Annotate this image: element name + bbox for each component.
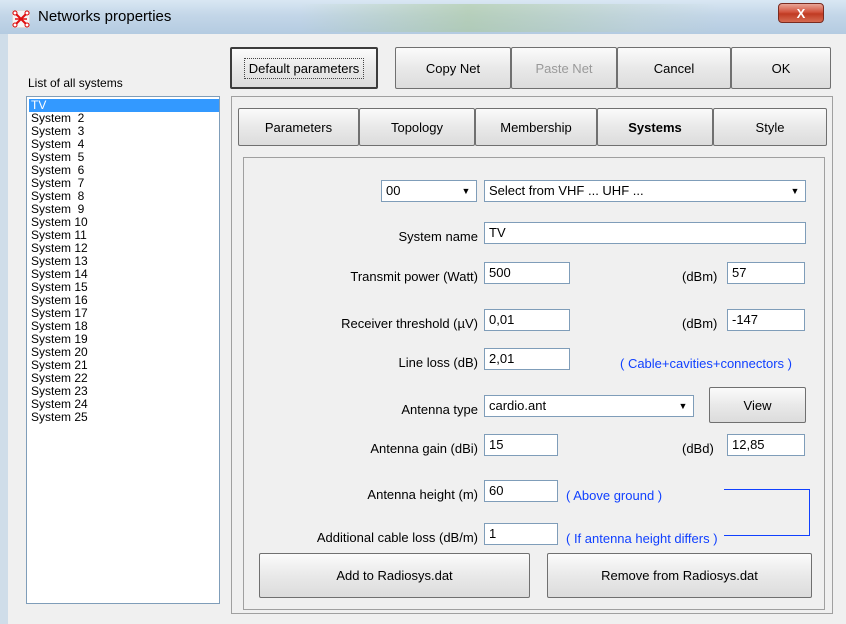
transmit-power-label: Transmit power (Watt) — [350, 269, 478, 284]
system-name-label: System name — [398, 229, 478, 244]
receiver-threshold-label: Receiver threshold (µV) — [341, 316, 478, 331]
band-select-value: Select from VHF ... UHF ... — [489, 183, 644, 198]
antenna-height-note: ( Above ground ) — [566, 488, 663, 503]
network-app-icon — [11, 9, 31, 29]
tab-membership[interactable]: Membership — [475, 108, 597, 146]
transmit-power-input[interactable]: 500 — [484, 262, 570, 284]
ok-button[interactable]: OK — [731, 47, 831, 89]
transmit-dbm-label: (dBm) — [682, 269, 718, 284]
antenna-type-select[interactable]: cardio.ant ▼ — [484, 395, 694, 417]
antenna-gain-label: Antenna gain (dBi) — [370, 441, 478, 456]
antenna-height-input[interactable]: 60 — [484, 480, 558, 502]
receiver-dbm-label: (dBm) — [682, 316, 718, 331]
line-loss-label: Line loss (dB) — [398, 355, 478, 370]
default-parameters-label: Default parameters — [243, 57, 365, 79]
add-to-radiosys-button[interactable]: Add to Radiosys.dat — [259, 553, 530, 598]
remove-from-radiosys-button[interactable]: Remove from Radiosys.dat — [547, 553, 812, 598]
cable-loss-note: ( If antenna height differs ) — [566, 531, 718, 546]
antenna-dbd-label: (dBd) — [682, 441, 714, 456]
copy-net-button[interactable]: Copy Net — [395, 47, 511, 89]
tab-topology[interactable]: Topology — [359, 108, 475, 146]
window-title: Networks properties — [38, 8, 172, 25]
chevron-down-icon: ▼ — [461, 186, 471, 196]
system-number-select[interactable]: 00 ▼ — [381, 180, 477, 202]
antenna-gain-input[interactable]: 15 — [484, 434, 558, 456]
close-button[interactable]: X — [778, 3, 824, 23]
chevron-down-icon: ▼ — [678, 401, 688, 411]
band-select[interactable]: Select from VHF ... UHF ... ▼ — [484, 180, 806, 202]
transmit-dbm-input[interactable]: 57 — [727, 262, 805, 284]
paste-net-button[interactable]: Paste Net — [511, 47, 617, 89]
antenna-height-label: Antenna height (m) — [367, 487, 478, 502]
receiver-threshold-input[interactable]: 0,01 — [484, 309, 570, 331]
bracket-connector — [724, 489, 810, 536]
antenna-type-value: cardio.ant — [489, 398, 547, 413]
antenna-type-label: Antenna type — [401, 402, 478, 417]
system-name-input[interactable]: TV — [484, 222, 806, 244]
chevron-down-icon: ▼ — [790, 186, 800, 196]
receiver-dbm-input[interactable]: -147 — [727, 309, 805, 331]
cancel-button[interactable]: Cancel — [617, 47, 731, 89]
systems-listbox[interactable]: TV System 2 System 3 System 4 System 5 S… — [26, 96, 220, 604]
cable-loss-label: Additional cable loss (dB/m) — [316, 530, 478, 545]
cable-loss-input[interactable]: 1 — [484, 523, 558, 545]
line-loss-input[interactable]: 2,01 — [484, 348, 570, 370]
tab-systems[interactable]: Systems — [597, 108, 713, 146]
system-number-value: 00 — [386, 183, 401, 198]
view-button[interactable]: View — [709, 387, 806, 423]
antenna-dbd-input[interactable]: 12,85 — [727, 434, 805, 456]
tab-style[interactable]: Style — [713, 108, 827, 146]
tab-parameters[interactable]: Parameters — [238, 108, 359, 146]
default-parameters-button[interactable]: Default parameters — [230, 47, 378, 89]
title-bar-decoration — [300, 4, 720, 32]
window-frame-left — [0, 34, 8, 624]
systems-list-label: List of all systems — [28, 76, 123, 90]
line-loss-note: ( Cable+cavities+connectors ) — [620, 356, 792, 371]
list-item[interactable]: System 25 — [29, 411, 219, 424]
